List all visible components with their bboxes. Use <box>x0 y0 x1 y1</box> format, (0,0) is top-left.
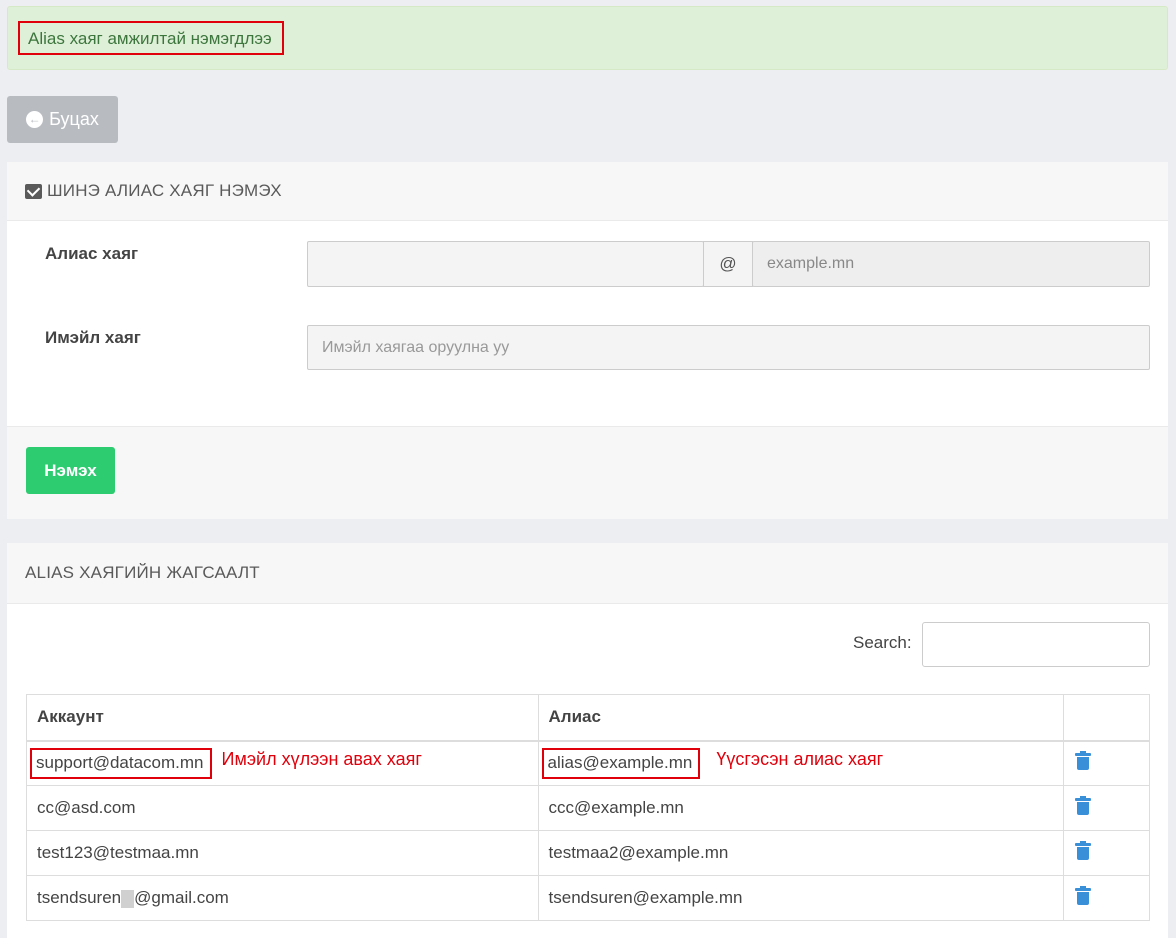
email-input[interactable]: Имэйл хаягаа оруулна уу <box>307 325 1150 370</box>
account-value: support@datacom.mn <box>36 752 204 772</box>
actions-cell <box>1063 740 1150 786</box>
actions-cell <box>1063 785 1150 831</box>
domain-field: example.mn <box>752 241 1150 287</box>
actions-cell <box>1063 875 1150 921</box>
alias-table: Аккаунт Алиас support@datacom.mn Имэйл хү… <box>26 694 1150 921</box>
column-header-account[interactable]: Аккаунт <box>26 694 539 742</box>
alias-list-panel-title: ALIAS ХАЯГИЙН ЖАГСААЛТ <box>25 563 260 582</box>
add-alias-panel-header: ШИНЭ АЛИАС ХАЯГ НЭМЭХ <box>7 162 1168 221</box>
alias-cell: testmaa2@example.mn <box>537 830 1065 876</box>
account-cell: support@datacom.mn Имэйл хүлээн авах хаяг <box>26 740 539 786</box>
table-header-row: Аккаунт Алиас <box>26 694 1150 742</box>
email-field-label: Имэйл хаяг <box>45 328 141 347</box>
table-row: support@datacom.mn Имэйл хүлээн авах хаяг… <box>26 740 1150 786</box>
alias-cell: tsendsuren@example.mn <box>537 875 1065 921</box>
trash-icon[interactable] <box>1075 841 1092 860</box>
alias-value: alias@example.mn <box>547 752 693 772</box>
add-button[interactable]: Нэмэх <box>26 447 115 494</box>
back-button-label: Буцах <box>49 109 99 129</box>
alias-annotation: Үүсгэсэн алиас хаяг <box>716 748 884 769</box>
account-cell: cc@asd.com <box>26 785 539 831</box>
arrow-circle-left-icon: ← <box>26 111 44 128</box>
alias-cell: alias@example.mn Үүсгэсэн алиас хаяг <box>537 740 1065 786</box>
table-row: tsendsuren @gmail.com tsendsuren@example.… <box>26 875 1150 921</box>
at-symbol-addon: @ <box>703 241 753 287</box>
column-header-alias[interactable]: Алиас <box>537 694 1065 742</box>
account-cell: tsendsuren @gmail.com <box>26 875 539 921</box>
alias-list-panel-header: ALIAS ХАЯГИЙН ЖАГСААЛТ <box>7 543 1168 604</box>
alias-cell: ccc@example.mn <box>537 785 1065 831</box>
trash-icon[interactable] <box>1075 751 1092 771</box>
success-alert: Alias хаяг амжилтай нэмэгдлээ <box>7 6 1168 70</box>
trash-icon[interactable] <box>1075 796 1092 815</box>
envelope-icon <box>25 183 42 199</box>
search-label: Search: <box>853 633 912 652</box>
alias-input[interactable] <box>307 241 704 287</box>
add-alias-panel: ШИНЭ АЛИАС ХАЯГ НЭМЭХ Алиас хаяг @ examp… <box>7 162 1168 519</box>
column-header-actions <box>1063 694 1150 742</box>
actions-cell <box>1063 830 1150 876</box>
account-suffix: @gmail.com <box>134 888 229 907</box>
account-cell: test123@testmaa.mn <box>26 830 539 876</box>
account-highlight: support@datacom.mn <box>30 747 212 779</box>
add-alias-panel-title: ШИНЭ АЛИАС ХАЯГ НЭМЭХ <box>47 181 282 200</box>
account-prefix: tsendsuren <box>37 888 122 907</box>
trash-icon[interactable] <box>1075 886 1092 905</box>
alias-field-label: Алиас хаяг <box>45 244 139 263</box>
account-annotation: Имэйл хүлээн авах хаяг <box>221 748 422 769</box>
back-button[interactable]: ← Буцах <box>7 96 118 143</box>
search-input[interactable] <box>922 622 1150 667</box>
add-alias-panel-footer: Нэмэх <box>7 426 1168 519</box>
table-row: cc@asd.com ccc@example.mn <box>26 785 1150 831</box>
alert-message: Alias хаяг амжилтай нэмэгдлээ <box>18 21 284 55</box>
redacted-block <box>121 889 135 908</box>
table-row: test123@testmaa.mn testmaa2@example.mn <box>26 830 1150 876</box>
alias-highlight: alias@example.mn <box>541 747 701 779</box>
